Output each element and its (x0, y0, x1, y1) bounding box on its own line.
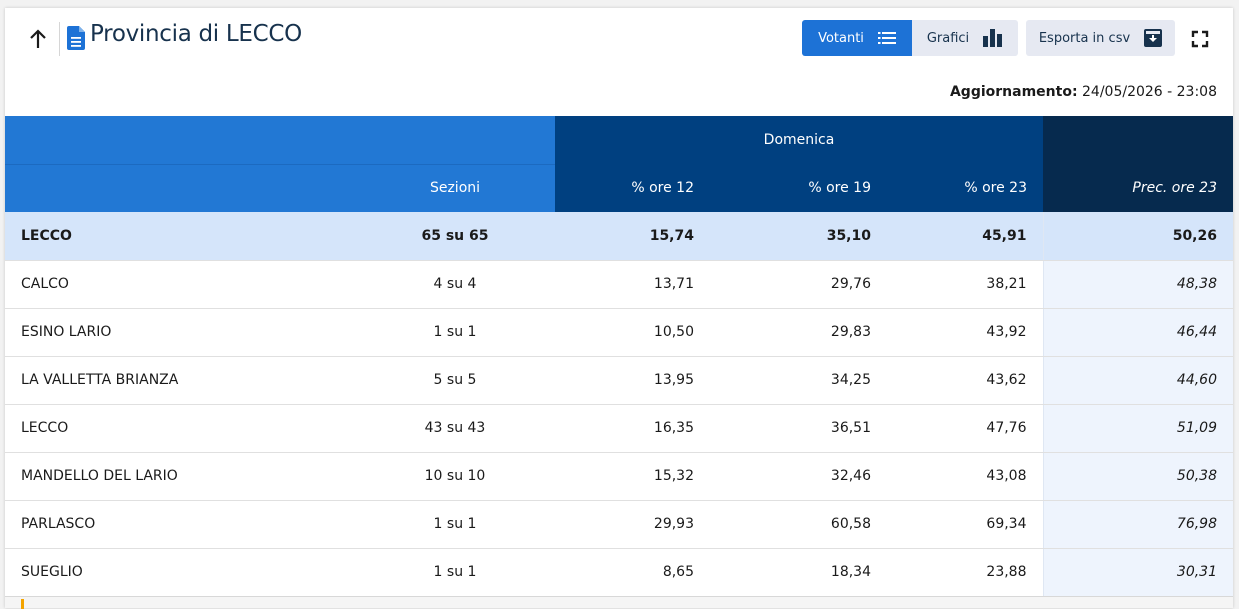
footer-accent-mark (21, 599, 24, 609)
document-icon (67, 26, 85, 50)
row-name[interactable]: SUEGLIO (5, 548, 355, 597)
fullscreen-button[interactable] (1188, 27, 1212, 51)
row-name[interactable]: ESINO LARIO (5, 308, 355, 357)
table-row[interactable]: CALCO 4 su 4 13,71 29,76 38,21 48,38 (5, 260, 1233, 309)
column-header-ore12[interactable]: % ore 12 (555, 164, 710, 212)
column-header-prec[interactable]: Prec. ore 23 (1043, 164, 1233, 212)
row-ore19: 29,76 (710, 260, 887, 309)
row-prec: 46,44 (1042, 308, 1233, 357)
row-prec: 44,60 (1042, 356, 1233, 405)
row-ore19: 29,83 (710, 308, 887, 357)
grafici-button[interactable]: Grafici (912, 20, 1018, 56)
total-name: LECCO (5, 212, 355, 261)
row-ore23: 38,21 (887, 260, 1043, 309)
row-ore23: 43,08 (887, 452, 1043, 501)
table-row[interactable]: LECCO 43 su 43 16,35 36,51 47,76 51,09 (5, 404, 1233, 453)
export-csv-label: Esporta in csv (1038, 30, 1131, 46)
turnout-table: Domenica Sezioni % ore 12 % ore 19 % ore… (5, 116, 1233, 597)
fullscreen-icon (1191, 30, 1209, 48)
row-ore12: 15,32 (555, 452, 710, 501)
row-ore19: 34,25 (710, 356, 887, 405)
row-ore12: 29,93 (555, 500, 710, 549)
update-label: Aggiornamento: (949, 84, 1078, 100)
page-title: Provincia di LECCO (90, 21, 302, 47)
row-ore12: 16,35 (555, 404, 710, 453)
table-group-header-row: Domenica (5, 116, 1233, 165)
column-header-sezioni[interactable]: Sezioni (355, 164, 555, 212)
column-header-ore19[interactable]: % ore 19 (710, 164, 887, 212)
row-ore19: 18,34 (710, 548, 887, 597)
row-ore23: 43,92 (887, 308, 1043, 357)
grafici-label: Grafici (926, 30, 970, 46)
column-header-name (5, 164, 355, 212)
row-prec: 51,09 (1042, 404, 1233, 453)
download-icon (1144, 29, 1163, 47)
header-spacer-prec (1043, 116, 1233, 164)
row-ore23: 47,76 (887, 404, 1043, 453)
row-name[interactable]: MANDELLO DEL LARIO (5, 452, 355, 501)
row-prec: 48,38 (1042, 260, 1233, 309)
total-sezioni: 65 su 65 (355, 212, 555, 261)
header-divider (59, 22, 60, 56)
list-icon (877, 32, 896, 44)
row-sezioni: 1 su 1 (355, 500, 555, 549)
table-column-header-row: Sezioni % ore 12 % ore 19 % ore 23 Prec.… (5, 164, 1233, 212)
row-name[interactable]: LA VALLETTA BRIANZA (5, 356, 355, 405)
row-sezioni: 1 su 1 (355, 308, 555, 357)
row-ore23: 69,34 (887, 500, 1043, 549)
update-info: Aggiornamento: 24/05/2026 - 23:08 (950, 84, 1217, 100)
arrow-up-icon (30, 29, 46, 48)
row-ore12: 13,95 (555, 356, 710, 405)
total-ore12: 15,74 (555, 212, 710, 261)
votanti-label: Votanti (818, 30, 864, 46)
total-prec: 50,26 (1042, 212, 1233, 261)
row-ore12: 8,65 (555, 548, 710, 597)
card-header: Provincia di LECCO Votanti Grafici Espor… (5, 8, 1233, 116)
row-name[interactable]: LECCO (5, 404, 355, 453)
table-footer (5, 596, 1233, 609)
row-prec: 76,98 (1042, 500, 1233, 549)
table-row[interactable]: PARLASCO 1 su 1 29,93 60,58 69,34 76,98 (5, 500, 1233, 549)
group-header-domenica: Domenica (555, 116, 1043, 164)
bar-chart-icon (983, 29, 1003, 47)
table-row[interactable]: ESINO LARIO 1 su 1 10,50 29,83 43,92 46,… (5, 308, 1233, 357)
results-card: Provincia di LECCO Votanti Grafici Espor… (5, 8, 1233, 609)
header-spacer (5, 116, 555, 165)
total-row: LECCO 65 su 65 15,74 35,10 45,91 50,26 (5, 212, 1233, 261)
total-ore19: 35,10 (710, 212, 887, 261)
table-row[interactable]: MANDELLO DEL LARIO 10 su 10 15,32 32,46 … (5, 452, 1233, 501)
row-sezioni: 1 su 1 (355, 548, 555, 597)
total-ore23: 45,91 (887, 212, 1043, 261)
row-ore12: 13,71 (555, 260, 710, 309)
row-prec: 50,38 (1042, 452, 1233, 501)
row-ore19: 32,46 (710, 452, 887, 501)
row-ore12: 10,50 (555, 308, 710, 357)
back-button[interactable] (25, 24, 51, 54)
row-name[interactable]: PARLASCO (5, 500, 355, 549)
export-csv-button[interactable]: Esporta in csv (1026, 20, 1175, 56)
row-ore19: 36,51 (710, 404, 887, 453)
row-prec: 30,31 (1042, 548, 1233, 597)
table-row[interactable]: LA VALLETTA BRIANZA 5 su 5 13,95 34,25 4… (5, 356, 1233, 405)
table-row[interactable]: SUEGLIO 1 su 1 8,65 18,34 23,88 30,31 (5, 548, 1233, 597)
row-sezioni: 10 su 10 (355, 452, 555, 501)
row-sezioni: 4 su 4 (355, 260, 555, 309)
row-ore23: 43,62 (887, 356, 1043, 405)
row-ore23: 23,88 (887, 548, 1043, 597)
update-value: 24/05/2026 - 23:08 (1082, 84, 1217, 100)
column-header-ore23[interactable]: % ore 23 (887, 164, 1043, 212)
row-sezioni: 43 su 43 (355, 404, 555, 453)
row-name[interactable]: CALCO (5, 260, 355, 309)
row-ore19: 60,58 (710, 500, 887, 549)
row-sezioni: 5 su 5 (355, 356, 555, 405)
votanti-button[interactable]: Votanti (802, 20, 912, 56)
